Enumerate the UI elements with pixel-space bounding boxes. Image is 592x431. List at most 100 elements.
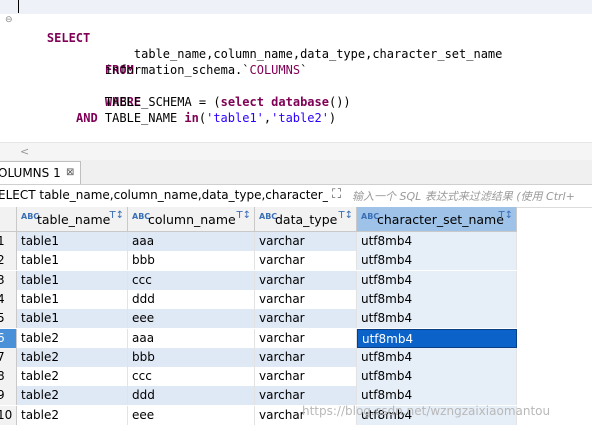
code-line-cond1: TABLE_SCHEMA = (select database()) xyxy=(105,94,351,110)
source-table: COLUMNS xyxy=(249,63,301,77)
cell-data-type[interactable]: varchar xyxy=(255,367,357,387)
sort-icon[interactable]: T↕ xyxy=(110,210,125,221)
cell-table-name[interactable]: table1 xyxy=(17,270,128,290)
column-header-character-set-name[interactable]: ABC character_set_name T↕ xyxy=(357,207,517,232)
column-header-label: character_set_name xyxy=(377,212,504,227)
column-header-label: data_type xyxy=(275,212,338,227)
cell-column-name[interactable]: ccc xyxy=(128,270,255,290)
cell-table-name[interactable]: table1 xyxy=(17,309,128,329)
cell-character-set-name[interactable]: utf8mb4 xyxy=(357,328,517,348)
cond1-left: TABLE_SCHEMA = ( xyxy=(105,95,221,109)
keyword-in: in xyxy=(184,111,199,125)
cell-data-type[interactable]: varchar xyxy=(255,251,357,271)
cell-column-name[interactable]: aaa xyxy=(128,232,255,251)
cond1-right: ()) xyxy=(328,95,351,109)
table-row[interactable]: 8table2cccvarcharutf8mb4 xyxy=(0,367,517,387)
tab-columns-1[interactable]: OLUMNS 1 ⊠ xyxy=(0,161,81,184)
cell-character-set-name[interactable]: utf8mb4 xyxy=(357,232,517,251)
cell-column-name[interactable]: ccc xyxy=(128,367,255,387)
cell-table-name[interactable]: table2 xyxy=(17,367,128,387)
cell-character-set-name[interactable]: utf8mb4 xyxy=(357,270,517,290)
cell-column-name[interactable]: ddd xyxy=(128,289,255,309)
cell-table-name[interactable]: table2 xyxy=(17,328,128,348)
row-number[interactable]: 10 xyxy=(0,405,17,425)
row-number[interactable]: 9 xyxy=(0,386,17,406)
cell-character-set-name[interactable]: utf8mb4 xyxy=(357,367,517,387)
row-number[interactable]: 3 xyxy=(0,270,17,290)
cell-column-name[interactable]: bbb xyxy=(128,251,255,271)
cell-table-name[interactable]: table2 xyxy=(17,347,128,367)
cell-character-set-name[interactable]: utf8mb4 xyxy=(357,347,517,367)
table-row[interactable]: 9table2dddvarcharutf8mb4 xyxy=(0,386,517,406)
expand-icon[interactable]: ⛶ xyxy=(332,187,341,202)
filter-input[interactable]: 输入一个 SQL 表达式来过滤结果 (使用 Ctrl+ xyxy=(352,188,575,204)
cell-character-set-name[interactable]: utf8mb4 xyxy=(357,251,517,271)
grid-empty-area xyxy=(517,232,592,431)
cond1-function: select database xyxy=(220,95,329,109)
row-number[interactable]: 4 xyxy=(0,289,17,309)
cell-character-set-name[interactable]: utf8mb4 xyxy=(357,386,517,406)
text-cursor xyxy=(18,0,19,13)
editor-top-strip xyxy=(0,0,592,14)
cell-table-name[interactable]: table1 xyxy=(17,251,128,271)
table-row[interactable]: 4table1dddvarcharutf8mb4 xyxy=(0,289,517,309)
source-schema: information_schema.` xyxy=(105,63,250,77)
table-row[interactable]: 5table1eeevarcharutf8mb4 xyxy=(0,309,517,329)
row-number[interactable]: 1 xyxy=(0,232,17,251)
row-number[interactable]: 2 xyxy=(0,251,17,271)
query-text: ELECT table_name,column_name,data_type,c… xyxy=(0,188,328,202)
column-header-label: table_name xyxy=(37,212,111,227)
table-row[interactable]: 2table1bbbvarcharutf8mb4 xyxy=(0,251,517,271)
sort-icon[interactable]: T↕ xyxy=(499,210,514,221)
cell-data-type[interactable]: varchar xyxy=(255,386,357,406)
cell-table-name[interactable]: table2 xyxy=(17,386,128,406)
cell-data-type[interactable]: varchar xyxy=(255,347,357,367)
cell-table-name[interactable]: table2 xyxy=(17,405,128,425)
row-number[interactable]: 5 xyxy=(0,309,17,329)
sql-editor[interactable]: ⊖ SELECT table_name,column_name,data_typ… xyxy=(0,0,592,142)
cell-data-type[interactable]: varchar xyxy=(255,328,357,348)
cell-column-name[interactable]: eee xyxy=(128,309,255,329)
filter-bar: ELECT table_name,column_name,data_type,c… xyxy=(0,185,592,208)
cell-table-name[interactable]: table1 xyxy=(17,232,128,251)
row-number[interactable]: 7 xyxy=(0,347,17,367)
cond2-open: ( xyxy=(198,111,207,125)
cell-character-set-name[interactable]: utf8mb4 xyxy=(357,289,517,309)
table-row[interactable]: 6table2aaavarcharutf8mb4 xyxy=(0,328,517,348)
row-number[interactable]: 6 xyxy=(0,328,17,348)
source-suffix: ` xyxy=(300,63,308,77)
table-row[interactable]: 1table1aaavarcharutf8mb4 xyxy=(0,232,517,251)
close-icon[interactable]: ⊠ xyxy=(66,162,74,184)
tab-label: OLUMNS 1 xyxy=(0,166,61,180)
watermark: https://blog.csdn.net/wzngzaixiaomantou xyxy=(302,404,551,418)
cell-data-type[interactable]: varchar xyxy=(255,270,357,290)
cell-table-name[interactable]: table1 xyxy=(17,289,128,309)
column-header-column-name[interactable]: ABC column_name T↕ xyxy=(128,207,255,232)
cell-column-name[interactable]: ddd xyxy=(128,386,255,406)
cond2-value1: 'table1' xyxy=(206,111,264,125)
cell-character-set-name[interactable]: utf8mb4 xyxy=(357,309,517,329)
sort-icon[interactable]: T↕ xyxy=(237,210,252,221)
sort-icon[interactable]: T↕ xyxy=(339,210,354,221)
code-line-cond2: AND TABLE_NAME in('table1','table2') xyxy=(76,110,336,126)
cond2-value2: 'table2' xyxy=(271,111,329,125)
cell-column-name[interactable]: bbb xyxy=(128,347,255,367)
cell-data-type[interactable]: varchar xyxy=(255,309,357,329)
table-row[interactable]: 3table1cccvarcharutf8mb4 xyxy=(0,270,517,290)
row-number[interactable]: 8 xyxy=(0,367,17,387)
cell-column-name[interactable]: eee xyxy=(128,405,255,425)
results-tab-bar: OLUMNS 1 ⊠ xyxy=(0,160,592,185)
column-header-table-name[interactable]: ABC table_name T↕ xyxy=(17,207,128,232)
scroll-left-icon[interactable]: < xyxy=(20,145,29,158)
table-row[interactable]: 7table2bbbvarcharutf8mb4 xyxy=(0,347,517,367)
column-header-data-type[interactable]: ABC data_type T↕ xyxy=(255,207,357,232)
editor-horizontal-scrollbar[interactable]: < xyxy=(0,142,592,161)
cell-data-type[interactable]: varchar xyxy=(255,289,357,309)
keyword-and: AND xyxy=(76,111,98,125)
cell-data-type[interactable]: varchar xyxy=(255,232,357,251)
column-header-label: column_name xyxy=(148,212,236,227)
select-columns: table_name,column_name,data_type,charact… xyxy=(133,47,503,61)
cell-column-name[interactable]: aaa xyxy=(128,328,255,348)
cond2-left: TABLE_NAME xyxy=(104,111,185,125)
fold-toggle-icon[interactable]: ⊖ xyxy=(5,15,13,25)
